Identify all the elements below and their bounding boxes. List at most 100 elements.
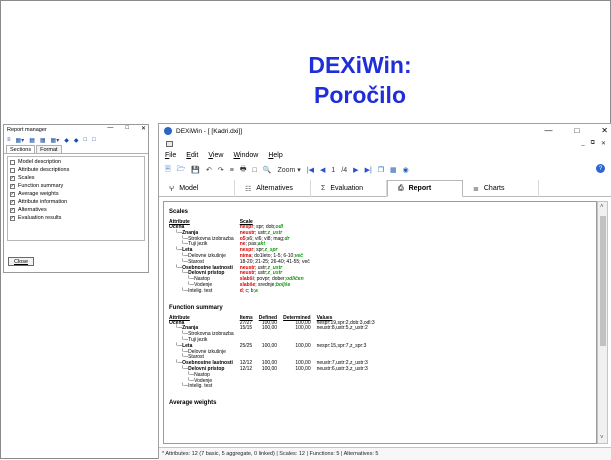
scroll-up-icon[interactable]: ˄: [600, 204, 604, 210]
tab-sections[interactable]: Sections: [6, 145, 36, 153]
tab-label: Model: [179, 185, 199, 192]
report-manager-icon[interactable]: ≡: [230, 167, 234, 174]
report-manager-tabs: Sections Format: [4, 145, 148, 154]
print-icon[interactable]: □: [92, 137, 96, 143]
section-label: Scales: [18, 175, 35, 181]
section-label: Average weights: [18, 191, 59, 197]
section-item[interactable]: Attribute descriptions: [10, 166, 142, 174]
section-item[interactable]: ✓ Evaluation results: [10, 214, 142, 222]
maximize-icon[interactable]: □: [574, 126, 579, 135]
section-item[interactable]: ✓ Attribute information: [10, 198, 142, 206]
alternatives-icon: ☷: [245, 185, 252, 193]
page-number[interactable]: 1: [331, 167, 335, 174]
scales-table: Attribute Scale Ocena nespr; spr; dob;odl…: [169, 219, 316, 295]
scroll-thumb[interactable]: [600, 216, 606, 346]
scroll-down-icon[interactable]: ˅: [600, 435, 604, 441]
close-icon[interactable]: ✕: [601, 126, 608, 135]
toolbar: 🗏 🗁 💾 ↶ ↷ ≡ 🖶 □ 🔍 Zoom ▾ |◀ ◀ 1 /4 ▶ ▶| …: [165, 164, 409, 176]
page-total: /4: [341, 166, 348, 174]
mdi-restore-icon[interactable]: ⧉: [591, 140, 595, 147]
last-page-icon[interactable]: ▶|: [365, 166, 372, 174]
menu-item[interactable]: Edit: [186, 152, 198, 162]
mdi-row: _ ⧉ ✕: [159, 139, 611, 149]
minimize-icon[interactable]: —: [107, 125, 113, 132]
mdi-close-icon[interactable]: ✕: [601, 140, 606, 147]
tab-alternatives[interactable]: ☷ Alternatives: [235, 180, 311, 197]
tab-evaluation[interactable]: Σ Evaluation: [311, 180, 387, 197]
tab-model[interactable]: ⵖ Model: [159, 180, 235, 197]
menu-item[interactable]: File: [165, 152, 176, 162]
next-page-icon[interactable]: ▶: [353, 166, 358, 174]
section-item[interactable]: ✓ Function summary: [10, 182, 142, 190]
menu-item[interactable]: View: [208, 152, 223, 162]
section-item[interactable]: Model description: [10, 158, 142, 166]
slide-title-line1: DEXiWin:: [308, 52, 412, 78]
prev-page-icon[interactable]: ◀: [320, 166, 325, 174]
copy-section-icon[interactable]: ▦: [29, 137, 35, 144]
export-icon[interactable]: ▦: [390, 166, 397, 174]
zoom-icon[interactable]: 🔍: [263, 166, 272, 174]
sigma-icon: Σ: [321, 185, 326, 192]
tab-label: Alternatives: [256, 185, 293, 192]
model-icon: ⵖ: [169, 185, 175, 193]
zoom-dropdown[interactable]: Zoom ▾: [277, 166, 300, 174]
section-label: Evaluation results: [18, 215, 62, 221]
section-item[interactable]: ✓ Alternatives: [10, 206, 142, 214]
menu-item[interactable]: Help: [268, 152, 282, 162]
print-icon[interactable]: 🖶: [240, 165, 247, 176]
new-file-icon[interactable]: 🗏: [165, 165, 171, 176]
section-checkbox[interactable]: [10, 167, 15, 173]
preview-icon[interactable]: □: [83, 137, 87, 143]
section-checkbox[interactable]: [10, 159, 15, 165]
section-checkbox[interactable]: ✓: [10, 215, 15, 221]
report-manager-panel: Report manager — □ ✕ ≡ ▦▾ ▦ ▦ ▦▾ ◆ ◆ □ □…: [3, 124, 149, 273]
scales-heading: Scales: [169, 209, 189, 215]
charts-icon: ≣: [473, 185, 479, 193]
section-checkbox[interactable]: ✓: [10, 199, 15, 205]
vertical-scrollbar[interactable]: ˄ ˅: [597, 201, 608, 444]
dexiwin-window: DEXiWin - [ [Kadri.dxi]] — □ ✕ _ ⧉ ✕ Fil…: [158, 123, 611, 460]
report-view[interactable]: Scales Attribute Scale Ocena nespr; spr; …: [163, 201, 597, 444]
tab-charts[interactable]: ≣ Charts: [463, 180, 539, 197]
tab-report[interactable]: ⎙ Report: [387, 180, 463, 197]
move-up-icon[interactable]: ◆: [64, 137, 69, 144]
edit-section-icon[interactable]: ▦: [40, 137, 46, 144]
report-icon: ⎙: [398, 184, 404, 192]
page-setup-icon[interactable]: □: [253, 167, 257, 174]
report-manager-title: Report manager: [7, 127, 47, 133]
redo-icon[interactable]: ↷: [218, 166, 224, 174]
list-icon[interactable]: ≡: [7, 137, 11, 143]
section-checkbox[interactable]: ✓: [10, 191, 15, 197]
section-label: Model description: [18, 159, 62, 165]
section-label: Alternatives: [18, 207, 47, 213]
move-down-icon[interactable]: ◆: [74, 137, 79, 144]
tab-format[interactable]: Format: [36, 145, 62, 153]
copy-icon[interactable]: ❐: [378, 166, 384, 174]
section-label: Function summary: [18, 183, 64, 189]
first-page-icon[interactable]: |◀: [307, 166, 314, 174]
section-item[interactable]: ✓ Average weights: [10, 190, 142, 198]
help-icon[interactable]: ?: [596, 164, 605, 173]
minimize-icon[interactable]: —: [544, 126, 552, 135]
status-bar: * Attributes: 12 (7 basic, 5 aggregate, …: [159, 447, 611, 460]
mdi-minimize-icon[interactable]: _: [581, 140, 584, 147]
average-weights-heading: Average weights: [169, 400, 217, 407]
main-tabs: ⵖ Model ☷ Alternatives Σ Evaluation ⎙ Report ≣ Ch…: [159, 180, 611, 197]
maximize-icon[interactable]: □: [125, 125, 129, 132]
save-icon[interactable]: 💾: [191, 166, 200, 174]
open-folder-icon[interactable]: 🗁: [177, 165, 186, 176]
close-button[interactable]: Close: [8, 257, 34, 266]
section-item[interactable]: ✓ Scales: [10, 174, 142, 182]
section-label: Attribute descriptions: [18, 167, 70, 173]
web-icon[interactable]: ◉: [403, 166, 409, 174]
tab-label: Report: [408, 185, 432, 192]
add-section-icon[interactable]: ▦▾: [16, 137, 25, 144]
section-options-icon[interactable]: ▦▾: [51, 137, 60, 144]
section-checkbox[interactable]: ✓: [10, 175, 15, 181]
close-icon[interactable]: ✕: [141, 125, 146, 132]
tab-label: Charts: [483, 185, 505, 192]
section-checkbox[interactable]: ✓: [10, 207, 15, 213]
section-checkbox[interactable]: ✓: [10, 183, 15, 189]
menu-item[interactable]: Window: [233, 152, 258, 162]
undo-icon[interactable]: ↶: [206, 166, 212, 174]
